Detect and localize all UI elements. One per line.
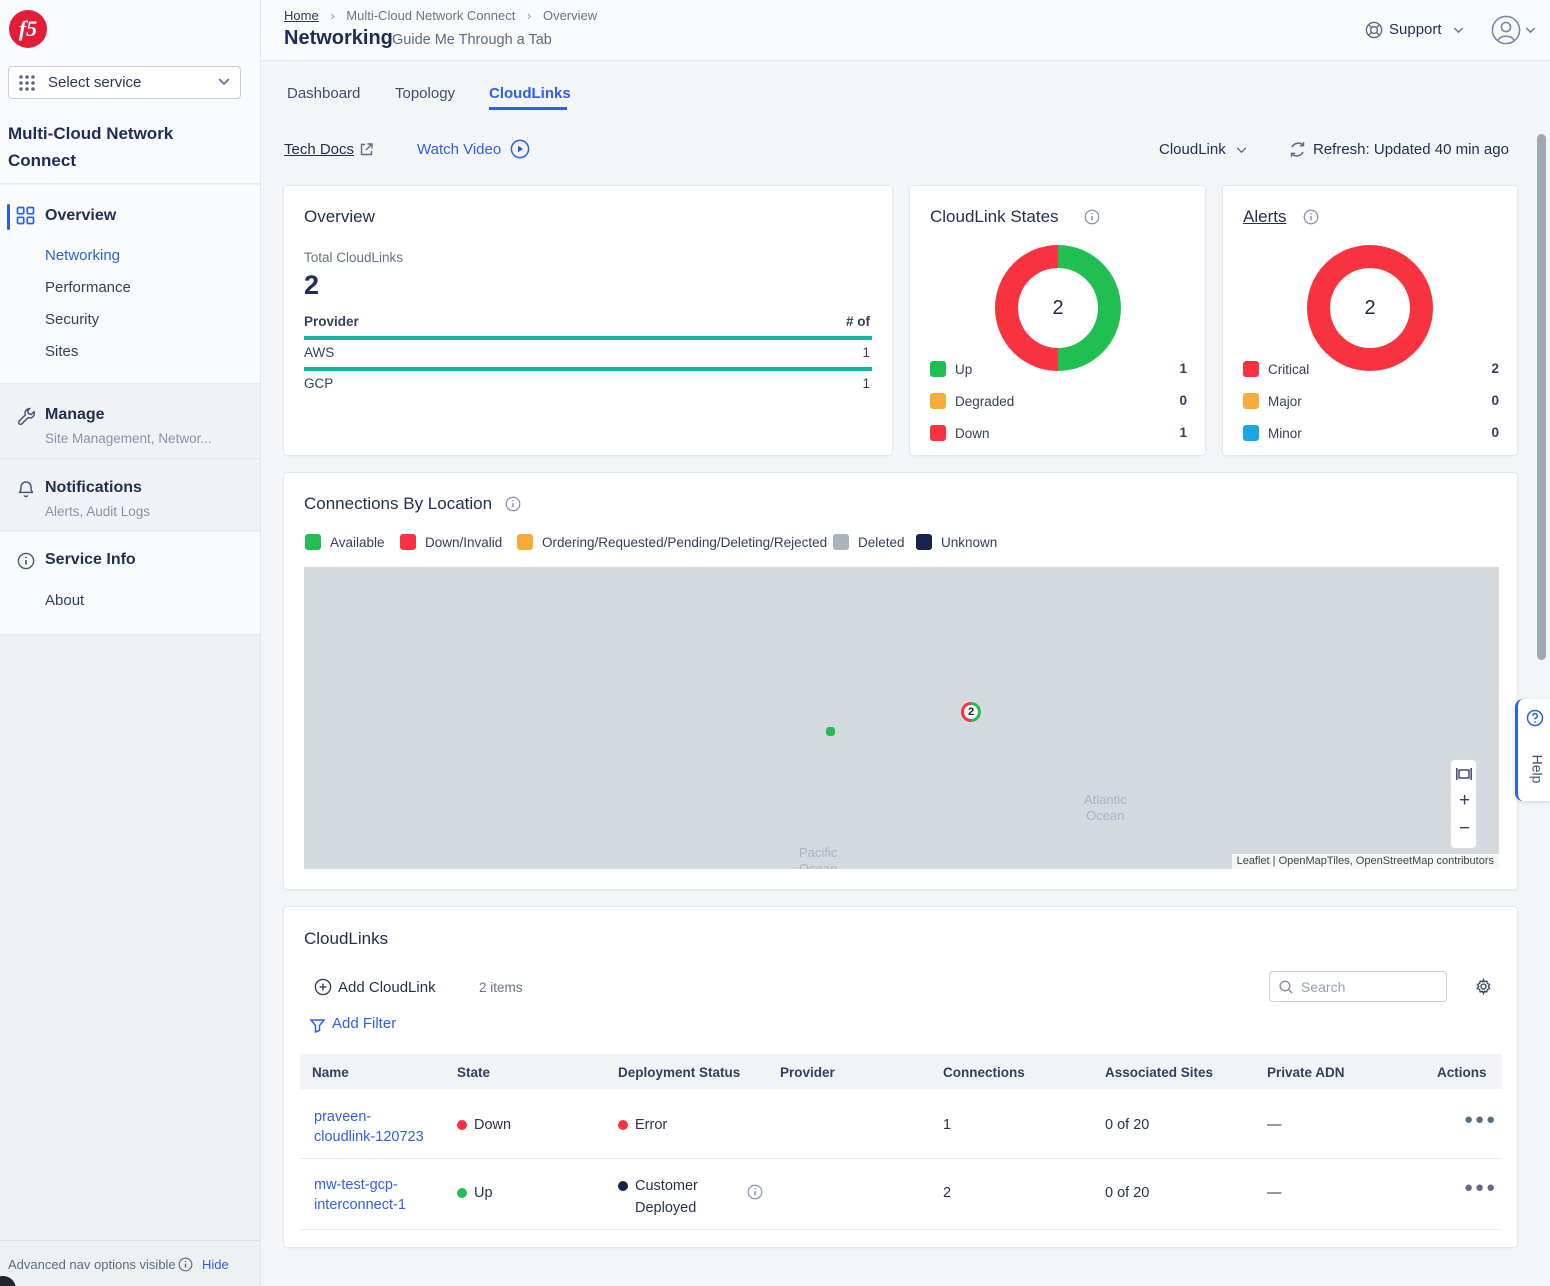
svg-text:f5: f5	[19, 16, 37, 41]
